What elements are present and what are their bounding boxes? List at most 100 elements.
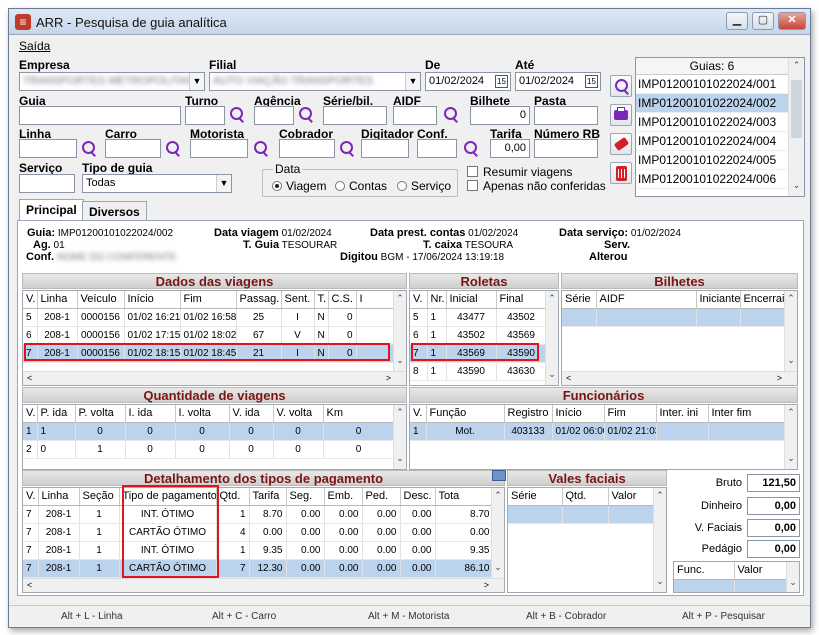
table-row[interactable]: 7 208-1 1 CARTÃO ÓTIMO 4 0.00 0.00 0.00 0.00 0.00… [23,523,494,542]
col-header[interactable]: Função [426,405,505,423]
table-row[interactable]: 6 208-1 0000156 01/02 17:15 01/02 18:02 67 V N 0 [23,326,395,345]
chevron-up-icon[interactable]: ⌃ [394,293,406,307]
list-item[interactable]: IMP01200101022024/004 [636,132,788,151]
col-header[interactable]: Km [323,405,395,423]
radio-viagem[interactable]: Viagem [272,179,326,193]
chevron-up-icon[interactable]: ⌃ [785,407,797,421]
search-icon[interactable] [253,141,269,157]
motorista-input[interactable] [190,139,248,158]
table-row[interactable]: 5 208-1 0000156 01/02 16:21 01/02 16:58 25 I N 0 [23,308,395,327]
vertical-scrollbar[interactable]: ⌄ [786,562,799,592]
menu-item-saida[interactable]: Saída [19,39,50,53]
col-header[interactable]: Tota [435,488,494,506]
col-header[interactable]: I. ida [125,405,176,423]
table-row[interactable]: 7 208-1 1 INT. ÓTIMO 1 8.70 0.00 0.00 0.00 0.00 8.… [23,505,494,524]
col-header[interactable]: Emb. [324,488,363,506]
col-header[interactable]: Fim [180,291,237,309]
col-header[interactable]: Registro [504,405,553,423]
col-header[interactable]: V. [410,291,428,309]
col-header[interactable]: Desc. [400,488,436,506]
pasta-input[interactable] [534,106,598,125]
vertical-scrollbar[interactable]: ⌃ ⌄ [784,291,797,371]
carro-input[interactable] [105,139,161,158]
vertical-scrollbar[interactable]: ⌃ ⌄ [653,488,666,592]
roletas-grid[interactable]: V. Nr. Inicial Final 5 1 43477 43502 6 1 43502 43… [409,290,559,386]
col-header[interactable]: Inter fim [708,405,787,423]
table-row[interactable]: 1 Mot. 403133 01/02 06:00 01/02 21:03 [410,422,787,441]
chevron-up-icon[interactable]: ⌃ [394,407,406,421]
table-row[interactable]: 7 208-1 1 INT. ÓTIMO 1 9.35 0.00 0.00 0.00 0.00 9.… [23,541,494,560]
search-button[interactable] [610,75,632,97]
search-icon[interactable] [443,107,459,123]
col-header[interactable]: Linha [37,291,78,309]
col-header[interactable]: Final [496,291,547,309]
numero-rb-input[interactable] [534,139,598,158]
col-header[interactable]: Inicial [446,291,497,309]
horizontal-scrollbar[interactable]: < > [23,578,504,592]
tipo-guia-select[interactable]: Todas ▼ [82,174,232,193]
linha-input[interactable] [19,139,77,158]
ate-date-field[interactable]: 01/02/2024 15 [515,72,601,91]
col-header[interactable]: Fim [604,405,657,423]
col-header[interactable]: Início [124,291,181,309]
search-icon[interactable] [463,141,479,157]
chevron-down-icon[interactable]: ⌄ [785,453,797,467]
chevron-up-icon[interactable]: ⌃ [654,490,666,504]
print-button[interactable] [610,104,632,126]
table-row[interactable] [674,579,789,592]
list-item[interactable]: IMP01200101022024/002 [636,94,788,113]
servico-input[interactable] [19,174,75,193]
funcionarios-grid[interactable]: V. Função Registro Início Fim Inter. ini Inter… [409,404,798,470]
radio-contas[interactable]: Contas [335,179,387,193]
quantidade-grid[interactable]: V. P. ida P. volta I. ida I. volta V. ida V. v… [22,404,407,470]
vertical-scrollbar[interactable]: ⌃ ⌄ [545,291,558,385]
col-header[interactable]: Qtd. [562,488,609,506]
calendar-icon[interactable]: 15 [585,75,598,88]
col-header[interactable]: Qtd. [216,488,250,506]
calendar-icon[interactable]: 15 [495,75,508,88]
digitador-input[interactable] [361,139,409,158]
chevron-down-icon[interactable]: ⌄ [492,562,504,576]
horizontal-scrollbar[interactable]: < > [562,371,797,385]
col-header[interactable]: Tarifa [249,488,287,506]
table-row[interactable]: 7 208-1 1 CARTÃO ÓTIMO 7 12.30 0.00 0.00 0.00 0.0… [23,559,494,578]
col-header[interactable]: V. volta [273,405,324,423]
table-row[interactable]: 5 1 43477 43502 [410,308,547,327]
col-header[interactable]: Inter. ini [656,405,709,423]
maximize-button[interactable]: ▢ [752,12,774,30]
dados-viagens-grid[interactable]: V. Linha Veículo Início Fim Passag. Sent. T. C.S… [22,290,407,386]
col-header[interactable]: Sent. [281,291,315,309]
filial-select[interactable]: AUTO VIAÇÃO TRANSPORTES ▼ [209,72,421,91]
clear-button[interactable] [610,133,632,155]
tab-principal[interactable]: Principal [19,199,84,221]
col-header[interactable]: Valor [608,488,655,506]
de-date-field[interactable]: 01/02/2024 15 [425,72,511,91]
vertical-scrollbar[interactable]: ⌃ ⌄ [788,58,804,196]
col-header[interactable]: AIDF [596,291,697,309]
bilhete-input[interactable]: 0 [470,106,530,125]
chevron-down-icon[interactable]: ⌄ [787,577,799,591]
cobrador-input[interactable] [279,139,335,158]
chevron-up-icon[interactable]: ⌃ [785,293,797,307]
list-item[interactable]: IMP01200101022024/001 [636,75,788,94]
pagamento-grid[interactable]: V. Linha Seção Tipo de pagamento Qtd. Tarifa S… [22,487,505,593]
col-header[interactable]: Veículo [77,291,125,309]
chevron-down-icon[interactable]: ⌄ [785,355,797,369]
chevron-left-icon[interactable]: < [566,373,571,383]
col-header[interactable]: P. ida [37,405,76,423]
col-header[interactable]: Seg. [286,488,325,506]
scroll-thumb[interactable] [791,80,802,138]
col-header[interactable]: V. [23,291,38,309]
col-header[interactable]: C.S. [328,291,357,309]
serie-input[interactable] [323,106,387,125]
vales-grid[interactable]: Série Qtd. Valor ⌃ ⌄ [507,487,667,593]
table-row[interactable] [562,308,787,327]
radio-servico[interactable]: Serviço [397,179,451,193]
empresa-select[interactable]: TRANSPORTES METROPOLITANOS ▼ [19,72,205,91]
vertical-scrollbar[interactable]: ⌃ ⌄ [491,488,504,578]
func-valor-grid[interactable]: Func. Valor ⌄ [673,561,800,593]
col-header[interactable]: Ped. [362,488,401,506]
chevron-down-icon[interactable]: ⌄ [789,180,804,194]
chevron-up-icon[interactable]: ⌃ [492,490,504,504]
search-icon[interactable] [165,141,181,157]
